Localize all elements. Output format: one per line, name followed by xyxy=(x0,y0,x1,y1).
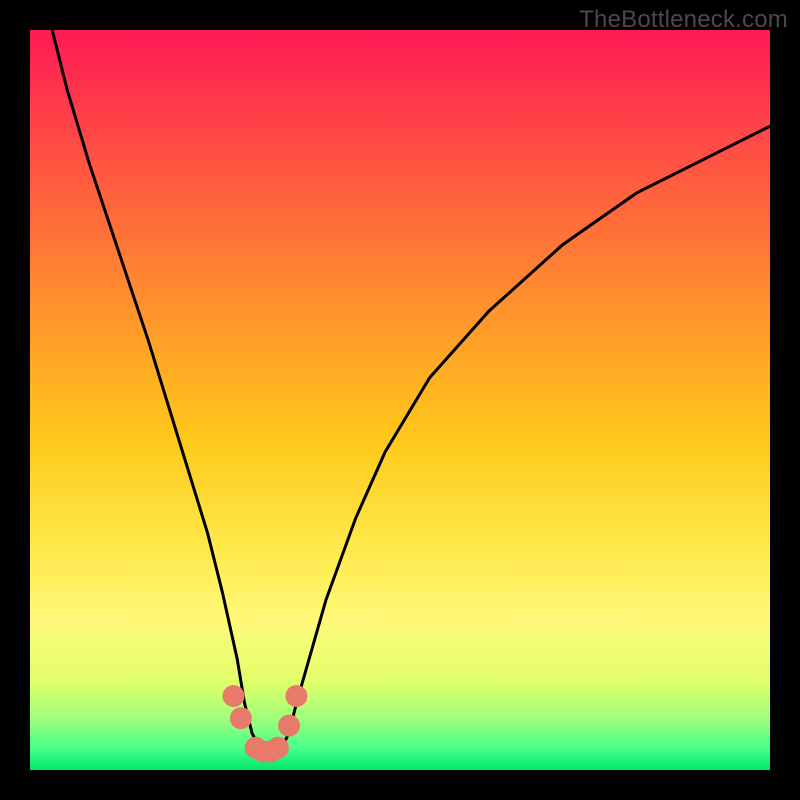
accent-dot xyxy=(223,685,245,707)
accent-dot xyxy=(278,715,300,737)
chart-svg xyxy=(30,30,770,770)
accent-dot xyxy=(230,707,252,729)
accent-dots-group xyxy=(223,685,308,763)
accent-dot xyxy=(285,685,307,707)
watermark-text: TheBottleneck.com xyxy=(579,6,788,34)
accent-dot xyxy=(267,737,289,759)
bottleneck-curve-path xyxy=(52,30,770,755)
